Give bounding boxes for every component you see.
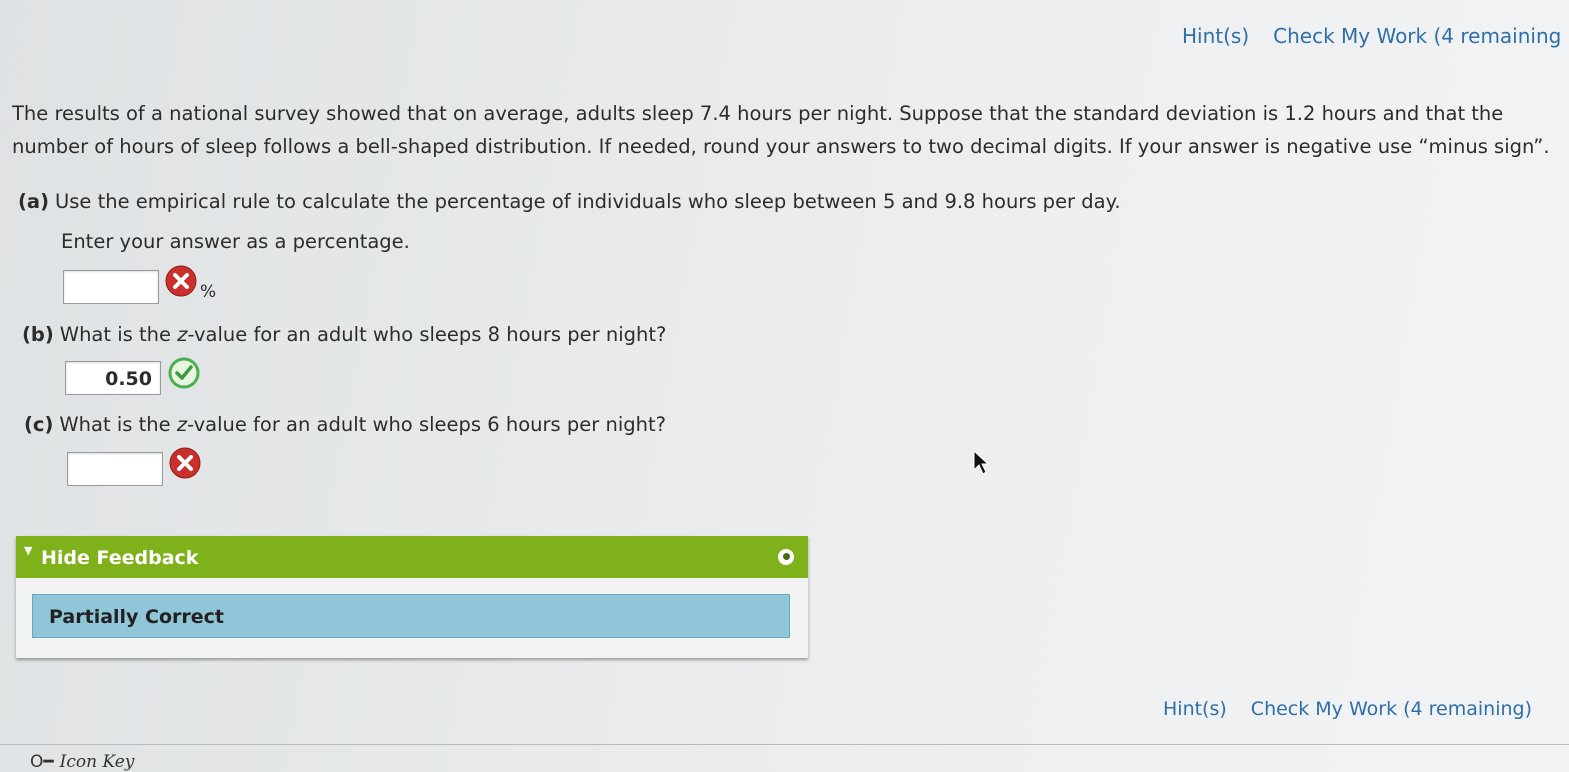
- hide-feedback-toggle[interactable]: ▼ Hide Feedback: [16, 536, 808, 578]
- z-variable: z: [176, 413, 188, 436]
- icon-key[interactable]: O━ Icon Key: [30, 752, 134, 772]
- feedback-panel: ▼ Hide Feedback Partially Correct: [16, 536, 808, 658]
- question-a: (a) Use the empirical rule to calculate t…: [18, 190, 1121, 213]
- question-b-label: (b): [22, 323, 54, 346]
- top-links: Hint(s) Check My Work (4 remaining: [1182, 24, 1569, 48]
- question-a-instruction: Enter your answer as a percentage.: [61, 230, 410, 253]
- correct-checkmark-icon: [168, 357, 200, 389]
- question-c: (c) What is the z-value for an adult who …: [24, 413, 666, 436]
- question-a-text: Use the empirical rule to calculate the …: [54, 190, 1121, 213]
- hints-link[interactable]: Hint(s): [1163, 698, 1227, 720]
- feedback-result-text: Partially Correct: [49, 606, 225, 628]
- answer-c-input[interactable]: [67, 452, 163, 486]
- hints-link[interactable]: Hint(s): [1182, 24, 1249, 48]
- check-my-work-link[interactable]: Check My Work (4 remaining): [1251, 698, 1532, 720]
- incorrect-icon: [165, 265, 197, 297]
- problem-intro: The results of a national survey showed …: [12, 102, 1550, 158]
- footer-divider: [0, 744, 1569, 745]
- answer-b-input[interactable]: 0.50: [65, 361, 161, 395]
- check-my-work-link[interactable]: Check My Work (4 remaining: [1273, 24, 1561, 48]
- percent-unit: %: [200, 282, 217, 302]
- z-variable: z: [177, 323, 188, 346]
- answer-a-input[interactable]: [63, 270, 159, 304]
- key-icon: O━: [30, 752, 54, 772]
- hide-feedback-label: Hide Feedback: [41, 547, 199, 569]
- question-c-label: (c): [24, 413, 54, 436]
- mouse-cursor-icon: [973, 450, 990, 475]
- bottom-links: Hint(s) Check My Work (4 remaining): [1163, 698, 1556, 720]
- question-b: (b) What is the z-value for an adult who …: [22, 323, 667, 346]
- incorrect-icon: [169, 447, 201, 479]
- feedback-result-box: Partially Correct: [32, 594, 790, 638]
- status-dot-icon: [778, 549, 794, 565]
- question-a-label: (a): [18, 190, 49, 213]
- icon-key-label: Icon Key: [59, 752, 135, 772]
- triangle-down-icon: ▼: [24, 544, 33, 557]
